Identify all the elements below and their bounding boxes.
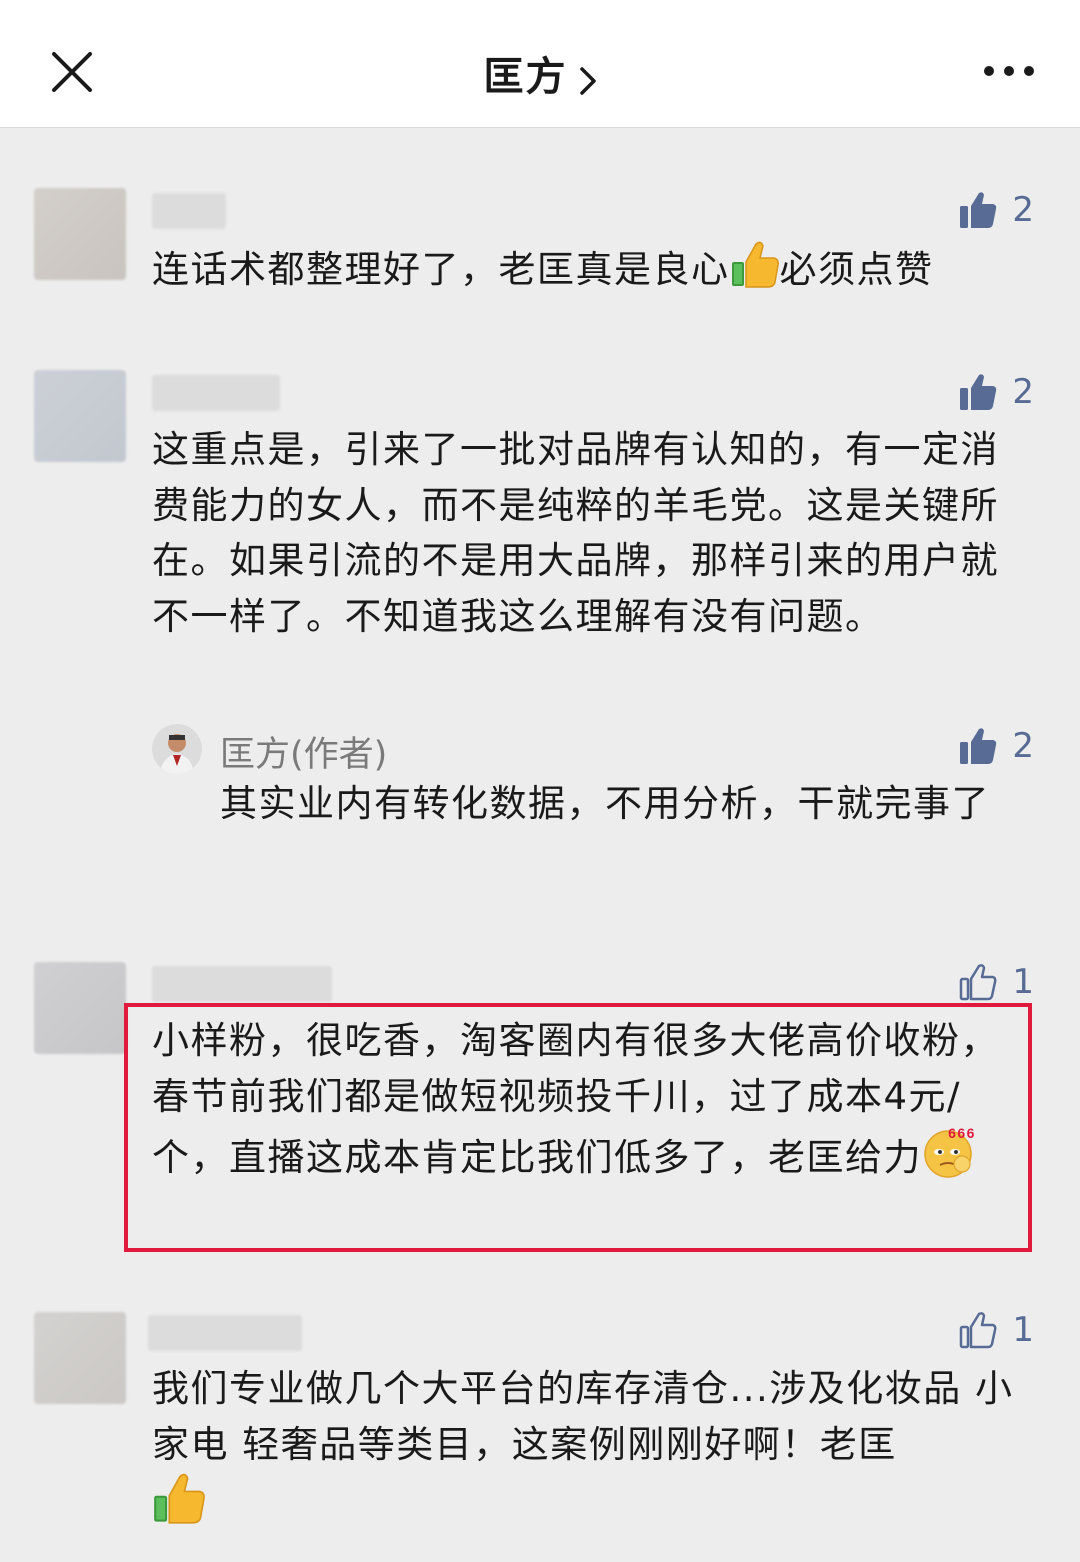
comment-text: 我们专业做几个大平台的库存清仓...涉及化妆品 小家电 轻奢品等类目，这案例刚刚… [152,1367,1014,1466]
like-button[interactable]: 1 [958,1308,1034,1352]
avatar[interactable] [34,370,126,462]
comment-text: 这重点是，引来了一批对品牌有认知的，有一定消费能力的女人，而不是纯粹的羊毛党。这… [152,428,999,638]
page-title-link[interactable]: 匡方 [0,44,1080,102]
reply-text: 其实业内有转化数据，不用分析，干就完事了 [220,782,990,825]
author-avatar[interactable] [152,724,202,774]
thumbs-up-emoji-icon [730,240,780,306]
like-count: 2 [1012,190,1034,230]
avatar[interactable] [34,962,126,1054]
like-button[interactable]: 2 [958,724,1034,768]
thumbs-up-outline-icon [960,1312,997,1349]
comment-text: 小样粉，很吃香，淘客圈内有很多大佬高价收粉，春节前我们都是做短视频投千川，过了成… [152,1013,1012,1194]
thumbs-up-emoji-icon [152,1472,206,1530]
more-icon[interactable] [984,62,1034,82]
like-button[interactable]: 2 [958,188,1034,232]
like-button[interactable]: 1 [958,960,1034,1004]
666-emoji-icon: 666 [922,1124,978,1194]
commenter-name [152,966,332,1002]
top-navigation-bar: 匡方 [0,0,1080,128]
commenter-name [148,1315,302,1351]
reply-author-name: 匡方(作者) [220,735,388,775]
like-count: 1 [1012,962,1034,1002]
like-count: 2 [1012,726,1034,766]
comment-text: 连话术都整理好了，老匡真是良心 必须点赞 [152,240,1032,306]
page-title: 匡方 [483,54,568,100]
emoji-label: 666 [948,1125,976,1141]
commenter-name [152,193,226,229]
like-count: 2 [1012,372,1034,412]
thumbs-up-filled-icon [960,728,997,764]
thumbs-up-filled-icon [960,192,997,228]
avatar[interactable] [34,1312,126,1404]
thumbs-up-filled-icon [960,374,997,410]
like-button[interactable]: 2 [958,370,1034,414]
avatar[interactable] [34,188,126,280]
thumbs-up-outline-icon [960,964,997,1001]
chevron-right-icon [579,66,597,100]
commenter-name [152,375,280,411]
like-count: 1 [1012,1310,1034,1350]
